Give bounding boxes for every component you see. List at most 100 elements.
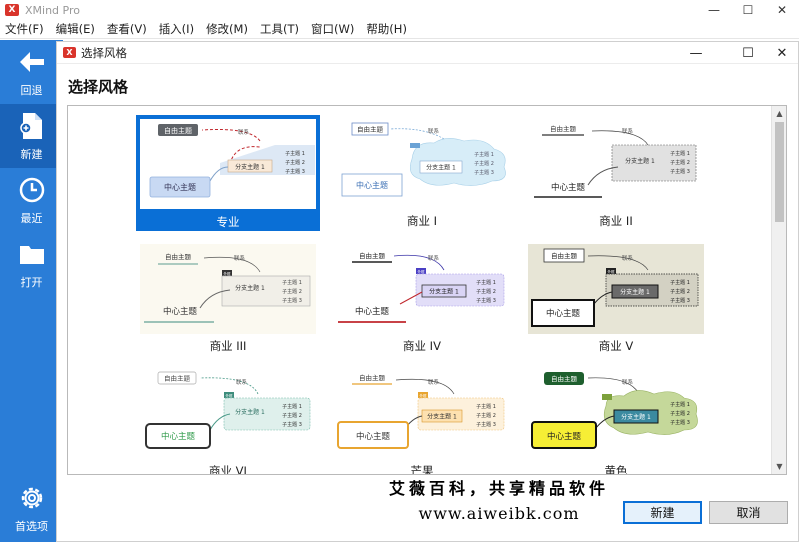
menu-insert[interactable]: 插入(I) [159, 21, 194, 37]
svg-text:联系: 联系 [234, 254, 246, 262]
dialog-close-button[interactable]: ✕ [767, 42, 797, 64]
window-title: XMind Pro [25, 3, 80, 17]
style-gallery: 自由主题 联系 分支主题 1 子主题 1 子主题 2 子主题 3 中心主题 专业… [67, 105, 787, 475]
clock-icon [17, 175, 47, 205]
sidebar: 回退 新建 最近 打开 首选项 [0, 40, 63, 542]
svg-text:联系: 联系 [236, 378, 248, 386]
new-button[interactable]: 新建 [623, 501, 702, 524]
menu-tools[interactable]: 工具(T) [260, 21, 299, 37]
svg-text:子主题 1: 子主题 1 [285, 150, 305, 157]
style-caption[interactable]: 商业 III [140, 338, 316, 354]
close-button[interactable]: ✕ [765, 0, 799, 20]
svg-text:外框: 外框 [608, 269, 616, 274]
gear-icon [17, 483, 47, 513]
svg-text:子主题 1: 子主题 1 [670, 279, 690, 286]
style-caption[interactable]: 黄色 [528, 463, 704, 474]
style-thumb-business-3[interactable]: 自由主题 联系 外框 分支主题 1 子主题 1 子主题 2 子主题 3 中心主题 [140, 244, 316, 334]
svg-text:子主题 2: 子主题 2 [474, 160, 494, 167]
svg-text:子主题 2: 子主题 2 [476, 288, 496, 295]
svg-text:子主题 2: 子主题 2 [670, 288, 690, 295]
svg-text:分支主题 1: 分支主题 1 [625, 157, 655, 165]
sidebar-item-label: 首选项 [15, 519, 48, 533]
svg-text:分支主题 1: 分支主题 1 [429, 288, 459, 296]
style-caption[interactable]: 商业 I [334, 213, 510, 229]
svg-text:自由主题: 自由主题 [359, 251, 386, 260]
xmind-logo-icon: X [5, 4, 19, 16]
style-thumb-business-2[interactable]: 自由主题 联系 分支主题 1 子主题 1 子主题 2 子主题 3 中心主题 [528, 119, 704, 209]
back-arrow-icon [17, 47, 47, 77]
menu-file[interactable]: 文件(F) [5, 21, 44, 37]
sidebar-item-label: 打开 [20, 275, 43, 289]
svg-text:外框: 外框 [226, 393, 233, 398]
svg-text:分支主题 1: 分支主题 1 [235, 284, 265, 292]
svg-text:联系: 联系 [238, 128, 250, 136]
style-caption[interactable]: 芒果 [334, 463, 510, 474]
svg-text:联系: 联系 [622, 127, 634, 135]
svg-text:子主题 3: 子主题 3 [285, 168, 305, 175]
svg-text:子主题 1: 子主题 1 [670, 401, 690, 408]
svg-text:子主题 1: 子主题 1 [282, 279, 302, 286]
style-thumb-business-1[interactable]: 自由主题 联系 分支主题 1 子主题 1 子主题 2 子主题 3 中心主题 [334, 119, 510, 209]
minimize-button[interactable]: — [697, 0, 731, 20]
scroll-up-icon[interactable]: ▲ [772, 106, 786, 121]
svg-text:子主题 1: 子主题 1 [476, 403, 496, 410]
svg-text:分支主题 1: 分支主题 1 [620, 288, 650, 296]
style-thumb-yellow[interactable]: 自由主题 联系 分支主题 1 子主题 1 子主题 2 子主题 3 中心主题 [528, 368, 704, 458]
style-thumb-pro[interactable]: 自由主题 联系 分支主题 1 子主题 1 子主题 2 子主题 3 中心主题 [136, 115, 320, 213]
sidebar-item-preferences[interactable]: 首选项 [0, 476, 63, 540]
style-thumb-business-6[interactable]: 自由主题 联系 外框 分支主题 1 子主题 1 子主题 2 子主题 3 中心主题 [140, 368, 316, 458]
sidebar-item-recent[interactable]: 最近 [0, 168, 63, 232]
svg-text:外框: 外框 [418, 269, 426, 274]
style-thumb-business-5[interactable]: 自由主题 联系 外框 分支主题 1 子主题 1 子主题 2 子主题 3 中心主题 [528, 244, 704, 334]
menu-edit[interactable]: 编辑(E) [56, 21, 95, 37]
svg-text:联系: 联系 [622, 378, 634, 386]
svg-text:子主题 3: 子主题 3 [670, 168, 690, 175]
svg-text:自由主题: 自由主题 [164, 374, 191, 383]
dialog-title: 选择风格 [81, 45, 127, 60]
dialog-maximize-button[interactable]: ☐ [733, 42, 763, 64]
style-caption[interactable]: 商业 IV [334, 338, 510, 354]
sidebar-item-label: 新建 [20, 147, 43, 161]
menu-modify[interactable]: 修改(M) [206, 21, 248, 37]
svg-text:子主题 2: 子主题 2 [282, 288, 302, 295]
scroll-down-icon[interactable]: ▼ [772, 459, 786, 474]
sidebar-item-new[interactable]: 新建 [0, 104, 63, 168]
svg-text:分支主题 1: 分支主题 1 [235, 163, 265, 171]
xmind-logo-icon: X [63, 47, 76, 58]
svg-text:子主题 2: 子主题 2 [285, 159, 305, 166]
style-caption[interactable]: 商业 VI [140, 463, 316, 474]
svg-text:子主题 3: 子主题 3 [282, 297, 302, 304]
choose-style-dialog: X 选择风格 — ☐ ✕ 选择风格 自由主题 联系 分支主题 1 子主题 1 子… [56, 41, 799, 542]
scrollbar-thumb[interactable] [775, 122, 784, 222]
sidebar-item-back[interactable]: 回退 [0, 40, 63, 104]
style-thumb-mango[interactable]: 自由主题 联系 外框 分支主题 1 子主题 1 子主题 2 子主题 3 中心主题 [334, 368, 510, 458]
svg-text:中心主题: 中心主题 [547, 431, 582, 442]
sidebar-item-open[interactable]: 打开 [0, 232, 63, 296]
style-caption[interactable]: 专业 [136, 213, 320, 231]
maximize-button[interactable]: ☐ [731, 0, 765, 20]
dialog-titlebar: X 选择风格 — ☐ ✕ [57, 42, 798, 64]
menu-view[interactable]: 查看(V) [107, 21, 147, 37]
svg-text:自由主题: 自由主题 [551, 374, 578, 383]
watermark-line-2: www.aiweibk.com [418, 504, 580, 523]
svg-text:分支主题 1: 分支主题 1 [427, 413, 457, 421]
svg-text:子主题 3: 子主题 3 [670, 297, 690, 304]
svg-text:中心主题: 中心主题 [356, 431, 391, 442]
svg-text:中心主题: 中心主题 [161, 431, 196, 442]
svg-text:自由主题: 自由主题 [359, 373, 386, 382]
gallery-scrollbar[interactable]: ▲ ▼ [771, 106, 786, 474]
style-caption[interactable]: 商业 V [528, 338, 704, 354]
style-caption[interactable]: 商业 II [528, 213, 704, 229]
svg-text:中心主题: 中心主题 [164, 182, 196, 192]
cancel-button[interactable]: 取消 [709, 501, 788, 524]
svg-text:子主题 1: 子主题 1 [474, 151, 494, 158]
svg-text:自由主题: 自由主题 [551, 251, 578, 260]
svg-text:联系: 联系 [622, 254, 634, 262]
svg-text:外框: 外框 [224, 271, 231, 276]
menu-window[interactable]: 窗口(W) [311, 21, 354, 37]
svg-text:子主题 3: 子主题 3 [282, 421, 302, 428]
dialog-minimize-button[interactable]: — [681, 42, 711, 64]
style-thumb-business-4[interactable]: 自由主题 联系 外框 分支主题 1 子主题 1 子主题 2 子主题 3 中心主题 [334, 244, 510, 334]
menu-help[interactable]: 帮助(H) [366, 21, 407, 37]
svg-text:外框: 外框 [420, 393, 428, 398]
